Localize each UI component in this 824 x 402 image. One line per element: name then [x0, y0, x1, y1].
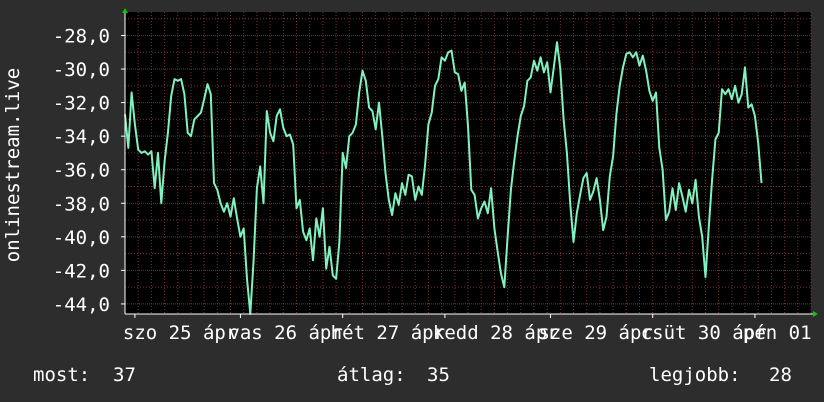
- y-tick-label: -30,0: [53, 59, 110, 81]
- x-tick-label: vas 26 ápr: [228, 322, 342, 344]
- x-tick-label: sze 29 ápr: [538, 322, 652, 344]
- y-tick-label: -28,0: [53, 25, 110, 47]
- x-tick-label: hét 27 ápr: [331, 322, 445, 344]
- x-axis-arrow: [813, 311, 818, 317]
- best-label: legjobb:: [649, 364, 741, 386]
- y-tick-label: -32,0: [53, 93, 110, 115]
- best-value: 28: [769, 364, 792, 386]
- y-axis-label: onlinestream.live: [2, 68, 24, 262]
- y-tick-label: -40,0: [53, 227, 110, 249]
- y-tick-label: -36,0: [53, 160, 110, 182]
- legend: most: 37 átlag: 35 legjobb: 28: [33, 364, 792, 386]
- current-value: 37: [113, 364, 136, 386]
- chart: -28,0 -30,0 -32,0 -34,0 -36,0 -38,0 -40,0 -42,0…: [2, 8, 824, 386]
- y-tick-label: -38,0: [53, 193, 110, 215]
- x-tick-label: pén 01 máj: [743, 322, 824, 344]
- y-axis-arrow: [122, 8, 128, 13]
- y-tick-label: -42,0: [53, 260, 110, 282]
- y-tick-label: -44,0: [53, 294, 110, 316]
- y-tick-label: -34,0: [53, 126, 110, 148]
- y-axis-ticks: -28,0 -30,0 -32,0 -34,0 -36,0 -38,0 -40,0 -42,0…: [53, 25, 125, 316]
- current-label: most:: [33, 364, 90, 386]
- x-axis-ticks: szo 25 áprvas 26 áprhét 27 áprkedd 28 áp…: [123, 314, 824, 344]
- average-value: 35: [427, 364, 450, 386]
- average-label: átlag:: [337, 364, 406, 386]
- x-tick-label: szo 25 ápr: [123, 322, 237, 344]
